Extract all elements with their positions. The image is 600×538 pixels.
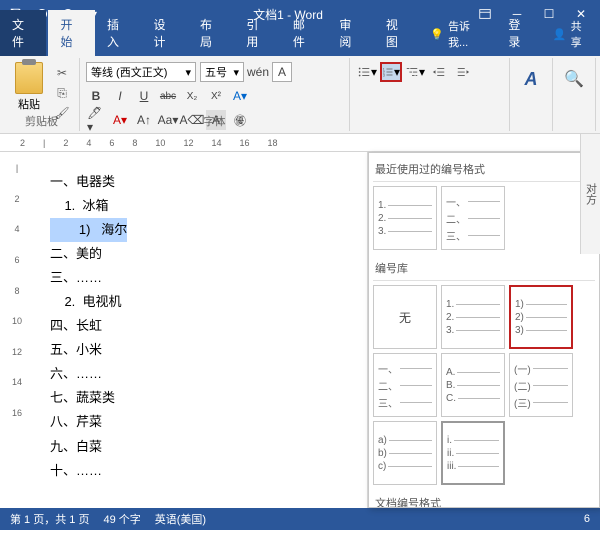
ruler-horizontal[interactable]: 2|24681012141618 [0,134,600,152]
numfmt-cnparen[interactable]: (一)(二)(三) [509,353,573,417]
side-panel-tab[interactable]: 对方 [580,134,600,254]
text-effects-button[interactable]: A▾ [230,86,250,106]
doc-line: 三、…… [50,266,357,290]
group-styles: A [510,58,553,131]
font-name-combo[interactable]: 等线 (西文正文)▾ [86,62,196,82]
numfmt-abcparen[interactable]: a)b)c) [373,421,437,485]
ribbon-tabs: 文件 开始 插入 设计 布局 引用 邮件 审阅 视图 💡告诉我... 登录 👤共… [0,28,600,56]
char-border-button[interactable]: A [272,62,292,82]
tab-layout[interactable]: 布局 [188,10,234,56]
multilevel-button[interactable]: ▾ [404,62,426,82]
group-editing: 🔍 [553,58,596,131]
superscript-button[interactable]: X² [206,86,226,106]
cut-button[interactable]: ✂ [52,64,72,82]
copy-button[interactable]: ⎘ [52,84,72,102]
doc-line: 五、小米 [50,338,357,362]
tab-mailings[interactable]: 邮件 [281,10,327,56]
bullets-button[interactable]: ▾ [356,62,378,82]
status-words[interactable]: 49 个字 [103,511,140,527]
find-button[interactable]: 🔍 [559,64,589,94]
numbering-button[interactable]: 123▾ [380,62,402,82]
strike-button[interactable]: abc [158,86,178,106]
tab-home[interactable]: 开始 [48,10,94,56]
doc-line: 九、白菜 [50,435,357,459]
font-size-combo[interactable]: 五号▾ [200,62,244,82]
status-lang[interactable]: 英语(美国) [155,511,206,527]
svg-text:3: 3 [383,73,385,77]
doc-line: 二、美的 [50,242,357,266]
group-label-font: 字体 [80,113,349,129]
phonetic-button[interactable]: wén [248,62,268,82]
status-page[interactable]: 第 1 页，共 1 页 [10,511,89,527]
doc-line: 1. 冰箱 [50,194,357,218]
subscript-button[interactable]: X₂ [182,86,202,106]
styles-button[interactable]: A [516,64,546,94]
numbering-dropdown: 最近使用过的编号格式 1.2.3. 一、二、三、 编号库 无 1.2.3. 1)… [368,152,600,508]
tab-references[interactable]: 引用 [234,10,280,56]
status-bar: 第 1 页，共 1 页 49 个字 英语(美国) 6 [0,508,600,530]
ruler-vertical[interactable]: |246810121416 [8,152,26,508]
numfmt-recent-numdot[interactable]: 1.2.3. [373,186,437,250]
doc-line: 2. 电视机 [50,290,357,314]
dd-section-docfmt: 文档编号格式 [373,491,595,508]
tab-design[interactable]: 设计 [141,10,187,56]
numfmt-cnton-lib[interactable]: 一、二、三、 [373,353,437,417]
tell-me[interactable]: 💡告诉我... [420,12,496,56]
numfmt-abcdot[interactable]: A.B.C. [441,353,505,417]
italic-button[interactable]: I [110,86,130,106]
numfmt-roman[interactable]: i.ii.iii. [441,421,505,485]
bold-button[interactable]: B [86,86,106,106]
clipboard-icon [15,62,43,94]
numfmt-numparen[interactable]: 1)2)3) [509,285,573,349]
doc-line: 四、长虹 [50,314,357,338]
increase-indent-button[interactable] [452,62,474,82]
tab-view[interactable]: 视图 [374,10,420,56]
group-paragraph: ▾ 123▾ ▾ [350,58,510,131]
tab-review[interactable]: 审阅 [327,10,373,56]
status-zoom[interactable]: 6 [584,513,590,525]
doc-line: 七、蔬菜类 [50,386,357,410]
doc-line: 十、…… [50,459,357,483]
share-button[interactable]: 👤共享 [543,12,600,56]
doc-line: 八、芹菜 [50,410,357,434]
underline-button[interactable]: U [134,86,154,106]
numfmt-recent-cnton[interactable]: 一、二、三、 [441,186,505,250]
numfmt-none[interactable]: 无 [373,285,437,349]
document-area[interactable]: |246810121416 一、电器类 1. 冰箱 1) 海尔 二、美的 三、…… [0,152,368,508]
paste-button[interactable]: 粘贴 [10,62,48,112]
doc-line: 六、…… [50,362,357,386]
group-label-clipboard: 剪贴板 [4,113,79,129]
tab-file[interactable]: 文件 [0,10,46,56]
doc-line: 一、电器类 [50,170,357,194]
tab-insert[interactable]: 插入 [95,10,141,56]
dd-section-recent: 最近使用过的编号格式 [373,157,595,182]
numfmt-numdot[interactable]: 1.2.3. [441,285,505,349]
decrease-indent-button[interactable] [428,62,450,82]
group-clipboard: 粘贴 ✂ ⎘ 🖌 剪贴板 [4,58,80,131]
login-button[interactable]: 登录 [496,10,542,56]
ribbon: 粘贴 ✂ ⎘ 🖌 剪贴板 等线 (西文正文)▾ 五号▾ wén A B I U … [0,56,600,134]
doc-line-selected: 1) 海尔 [50,218,127,242]
dd-section-library: 编号库 [373,256,595,281]
group-font: 等线 (西文正文)▾ 五号▾ wén A B I U abc X₂ X² A▾ … [80,58,350,131]
